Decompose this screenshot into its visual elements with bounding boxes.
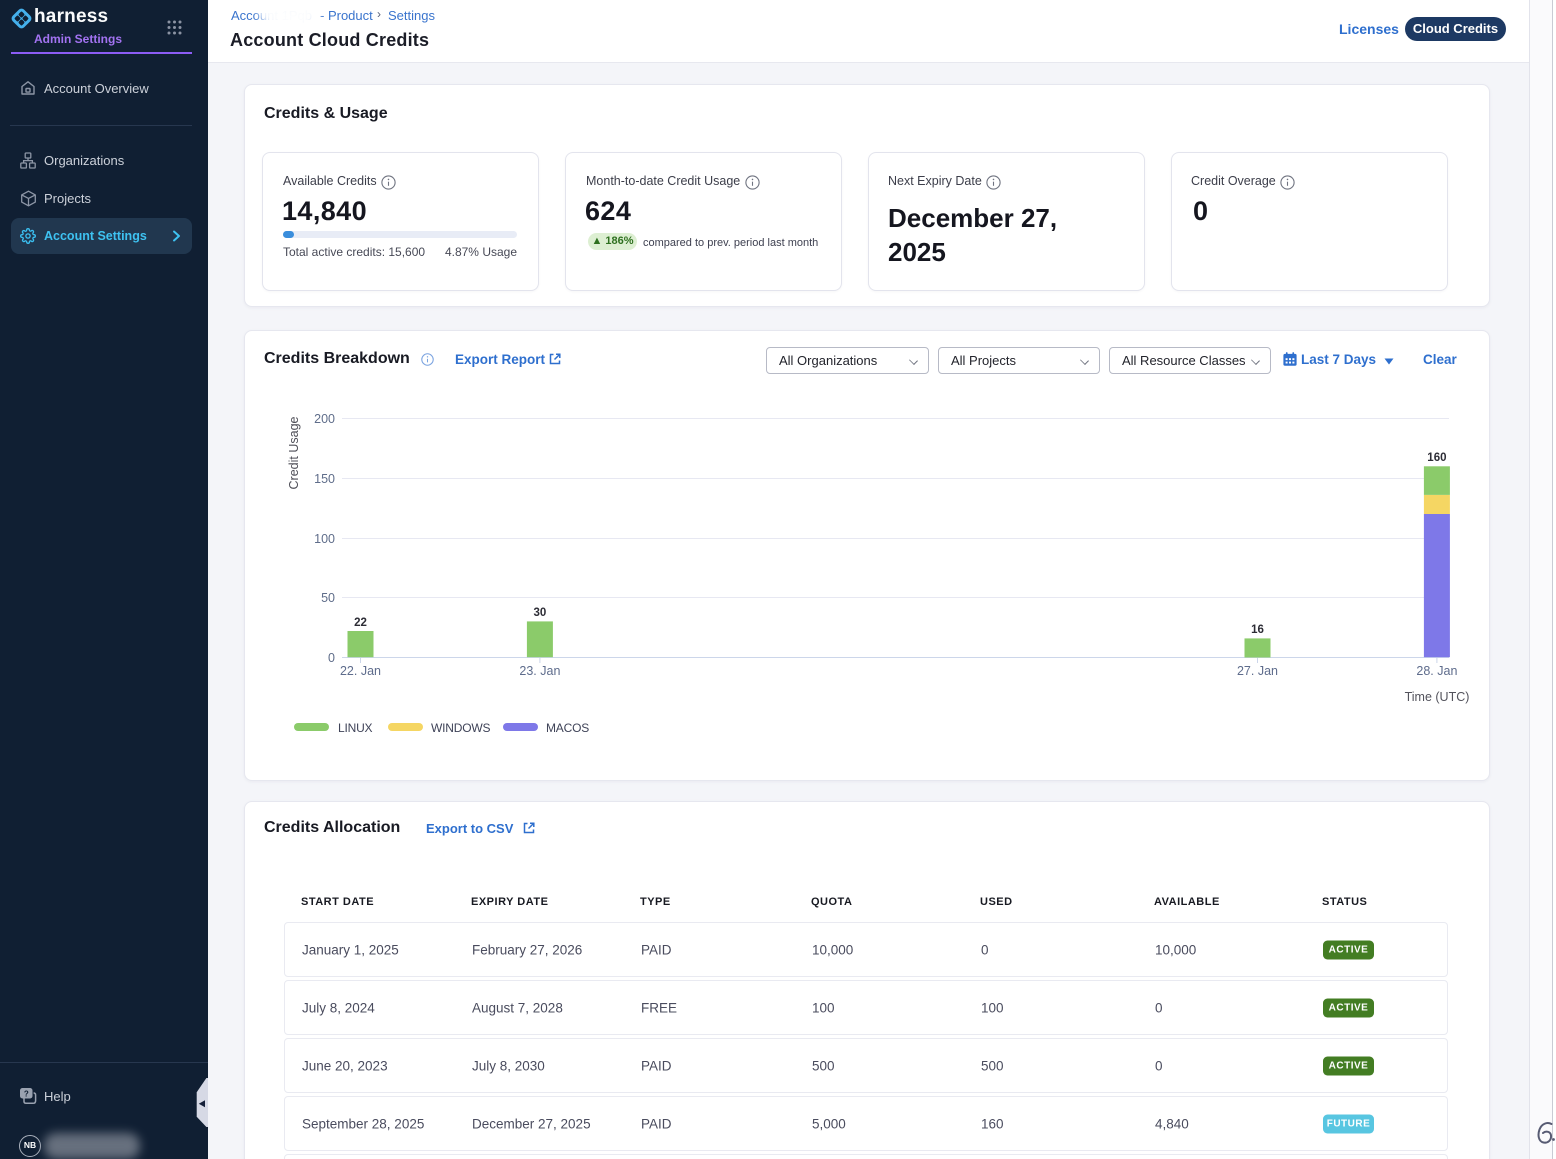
- svg-text:30: 30: [534, 607, 547, 619]
- svg-text:200: 200: [314, 412, 335, 426]
- svg-text:0: 0: [328, 651, 335, 665]
- svg-text:160: 160: [1427, 452, 1446, 464]
- svg-text:23. Jan: 23. Jan: [519, 664, 560, 678]
- svg-text:150: 150: [314, 472, 335, 486]
- svg-text:16: 16: [1251, 624, 1264, 636]
- svg-text:22: 22: [354, 617, 367, 629]
- svg-text:28. Jan: 28. Jan: [1416, 664, 1457, 678]
- svg-text:Time (UTC): Time (UTC): [1405, 690, 1470, 704]
- svg-text:100: 100: [314, 532, 335, 546]
- svg-text:?: ?: [24, 1090, 29, 1099]
- svg-text:27. Jan: 27. Jan: [1237, 664, 1278, 678]
- svg-text:Credit Usage: Credit Usage: [287, 416, 301, 489]
- svg-text:50: 50: [321, 591, 335, 605]
- svg-text:22. Jan: 22. Jan: [340, 664, 381, 678]
